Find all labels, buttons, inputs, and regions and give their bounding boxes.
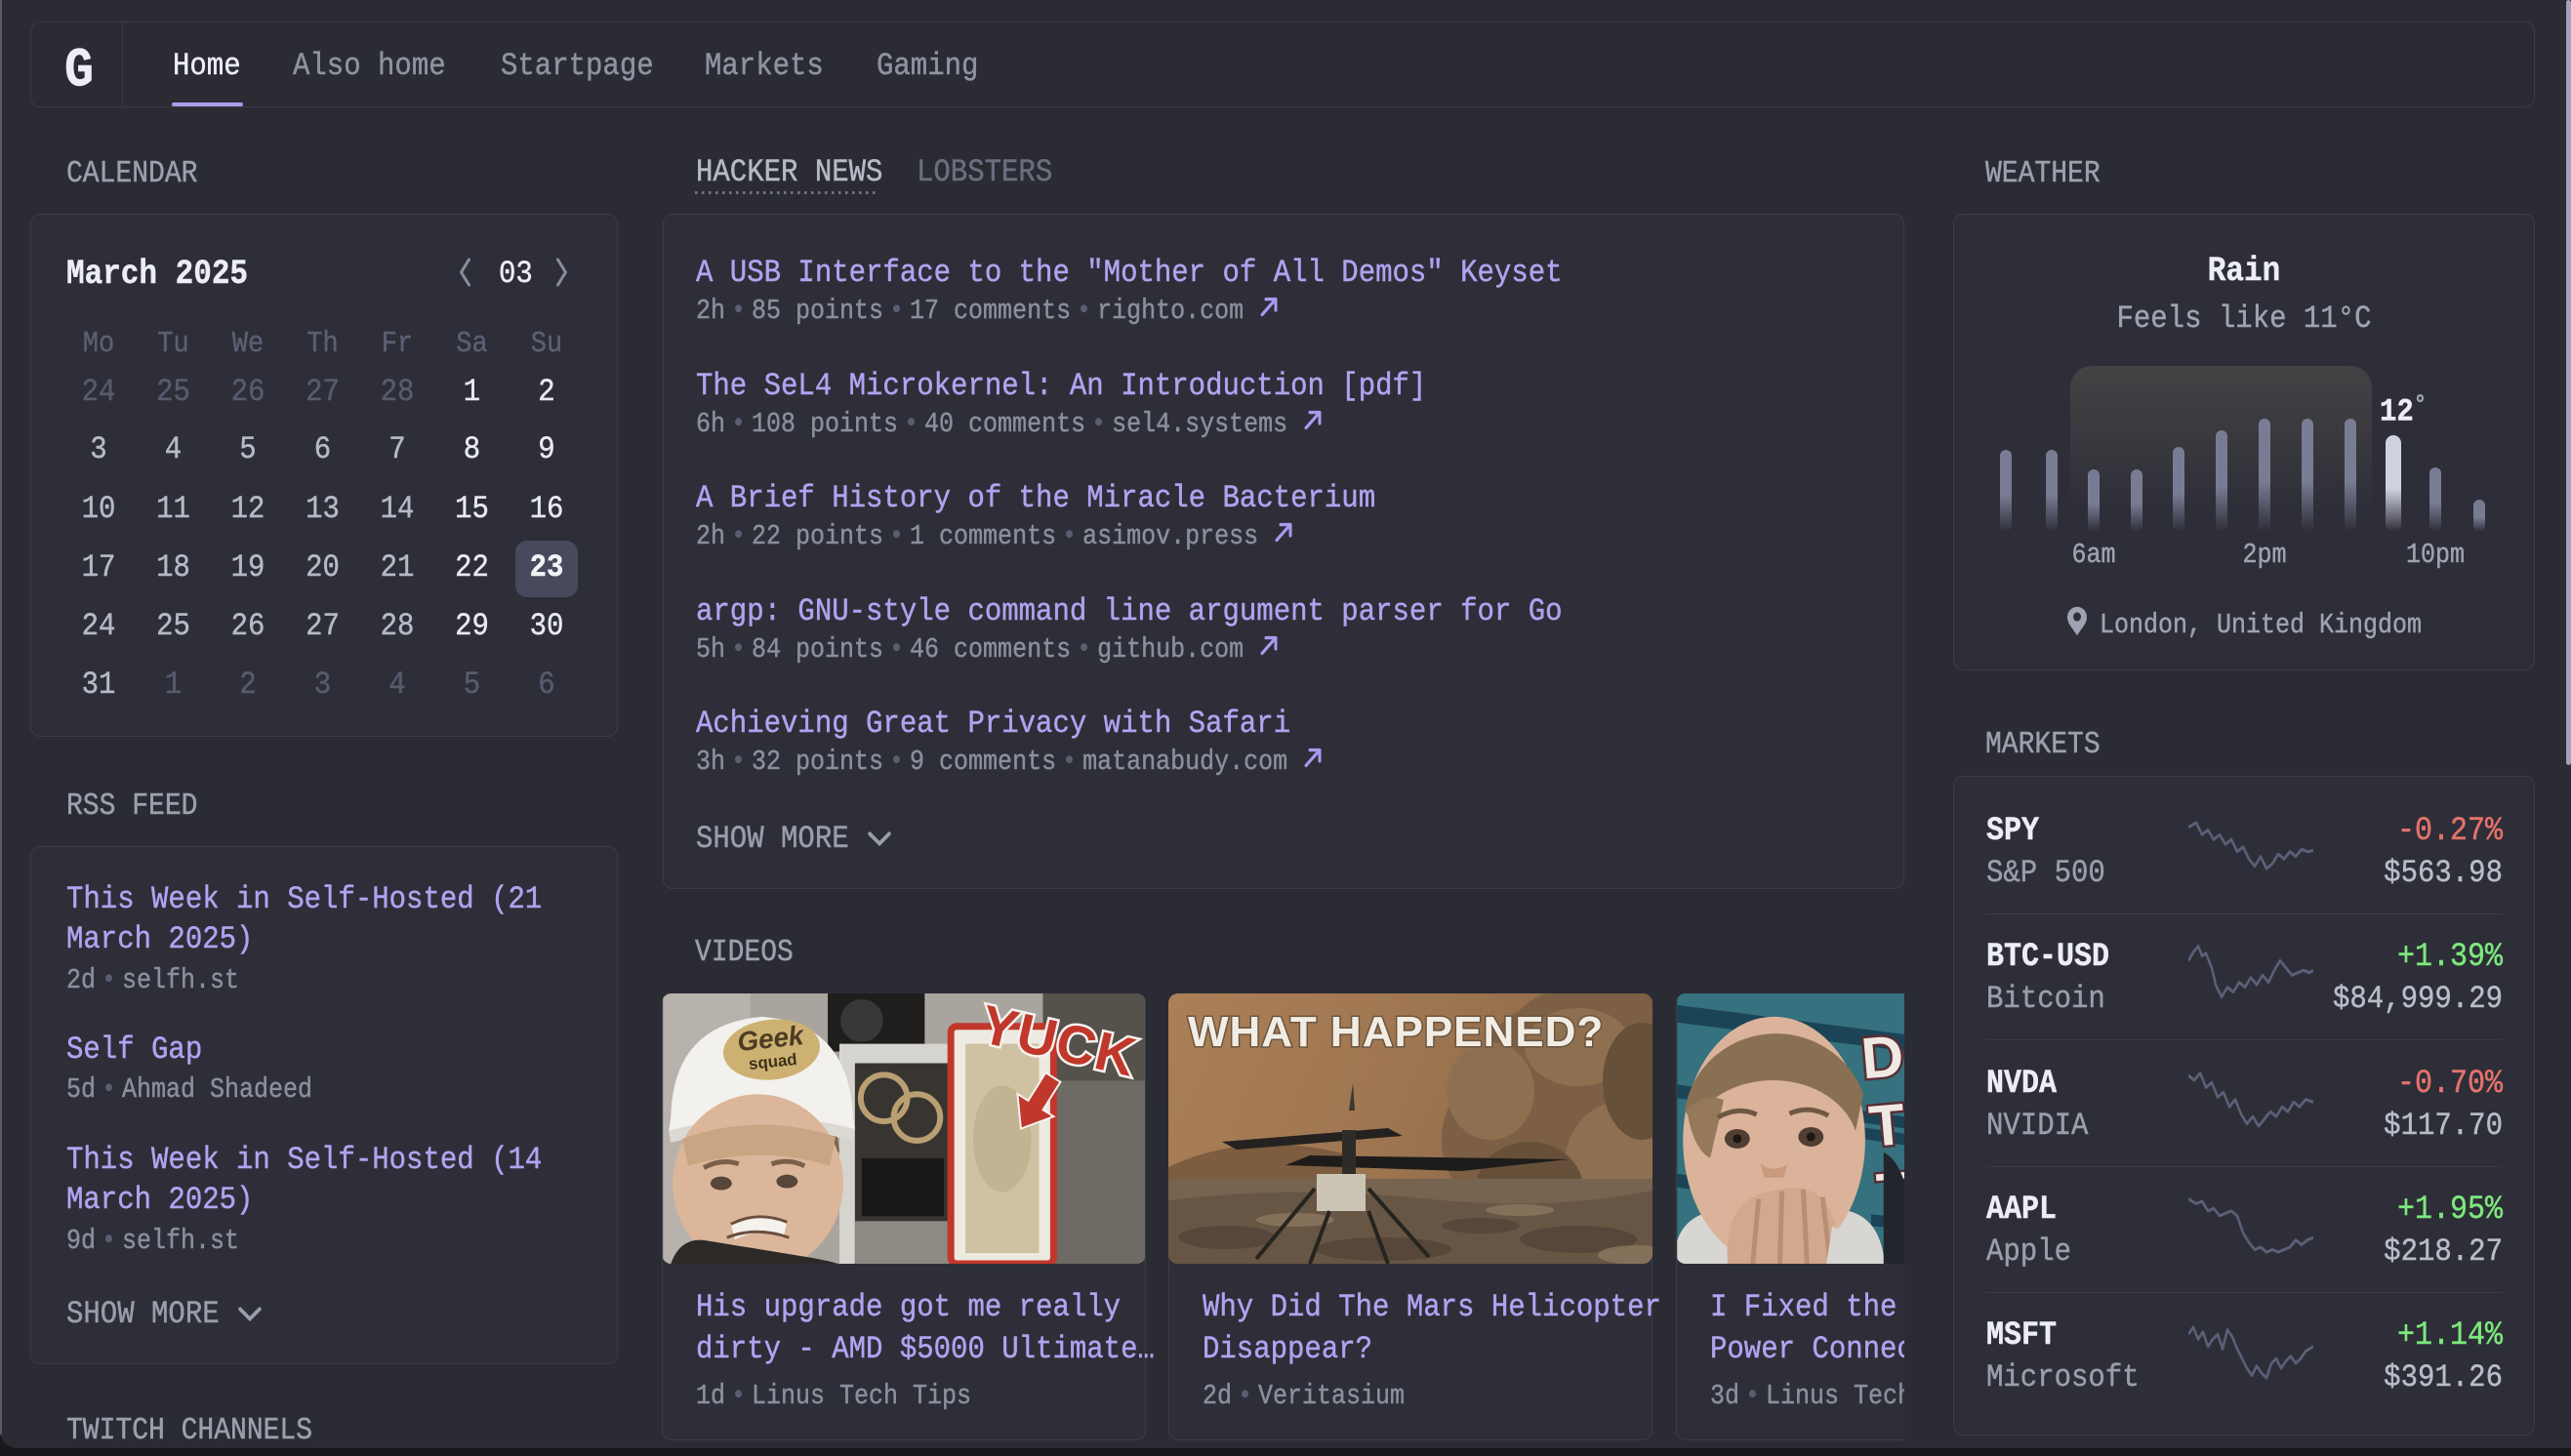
svg-text:WHAT HAPPENED?: WHAT HAPPENED?	[1188, 1008, 1604, 1056]
svg-text:DO: DO	[1858, 1019, 1904, 1092]
svg-text:TH: TH	[1866, 1087, 1904, 1159]
